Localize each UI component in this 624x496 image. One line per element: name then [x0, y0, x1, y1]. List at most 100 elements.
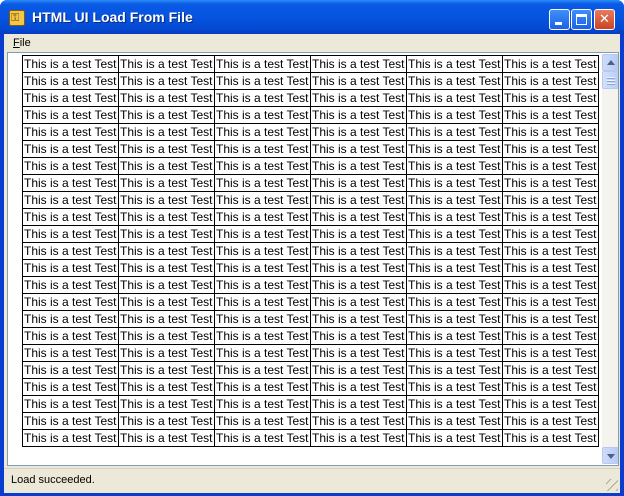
table-cell: This is a test Test — [22, 225, 119, 243]
table-cell: This is a test Test — [502, 259, 599, 277]
table-cell: This is a test Test — [118, 191, 215, 209]
table-cell: This is a test Test — [406, 72, 503, 90]
table-cell: This is a test Test — [118, 344, 215, 362]
table-cell: This is a test Test — [406, 378, 503, 396]
table-cell: This is a test Test — [214, 89, 311, 107]
table-cell: This is a test Test — [22, 259, 119, 277]
table-cell: This is a test Test — [22, 157, 119, 175]
table-cell: This is a test Test — [502, 106, 599, 124]
table-cell: This is a test Test — [22, 429, 119, 447]
table-row: This is a test Test This is a test Test Th… — [22, 174, 599, 192]
table-cell: This is a test Test — [22, 89, 119, 107]
table-cell: This is a test Test — [406, 106, 503, 124]
table-cell: This is a test Test — [214, 293, 311, 311]
maximize-button[interactable] — [571, 9, 592, 30]
table-cell: This is a test Test — [214, 344, 311, 362]
table-cell: This is a test Test — [502, 72, 599, 90]
scroll-up-button[interactable] — [602, 54, 618, 71]
table-row: This is a test Test This is a test Test Th… — [22, 208, 599, 226]
table-cell: This is a test Test — [406, 361, 503, 379]
table-cell: This is a test Test — [214, 225, 311, 243]
table-cell: This is a test Test — [502, 89, 599, 107]
table-cell: This is a test Test — [406, 310, 503, 328]
table-row: This is a test Test This is a test Test Th… — [22, 259, 599, 277]
table-cell: This is a test Test — [406, 174, 503, 192]
scroll-thumb[interactable] — [602, 71, 618, 89]
table-row: This is a test Test This is a test Test Th… — [22, 140, 599, 158]
table-cell: This is a test Test — [406, 89, 503, 107]
scroll-down-button[interactable] — [602, 447, 618, 464]
table-cell: This is a test Test — [310, 157, 407, 175]
table-cell: This is a test Test — [502, 344, 599, 362]
table-cell: This is a test Test — [118, 395, 215, 413]
html-view[interactable]: This is a test Test This is a test Test Th… — [7, 52, 619, 466]
table-cell: This is a test Test — [22, 191, 119, 209]
minimize-button[interactable] — [549, 9, 570, 30]
table-cell: This is a test Test — [214, 361, 311, 379]
table-cell: This is a test Test — [22, 344, 119, 362]
table-cell: This is a test Test — [214, 259, 311, 277]
table-cell: This is a test Test — [310, 225, 407, 243]
minimize-icon — [555, 22, 562, 25]
table-cell: This is a test Test — [502, 378, 599, 396]
close-button[interactable]: ✕ — [594, 9, 615, 30]
table-cell: This is a test Test — [118, 123, 215, 141]
table-cell: This is a test Test — [406, 157, 503, 175]
table-cell: This is a test Test — [310, 140, 407, 158]
client-area: File This is a test Test This is a test T… — [4, 34, 620, 493]
table-cell: This is a test Test — [310, 429, 407, 447]
table-cell: This is a test Test — [22, 208, 119, 226]
table-cell: This is a test Test — [118, 157, 215, 175]
menu-bar: File — [4, 34, 620, 52]
table-row: This is a test Test This is a test Test Th… — [22, 191, 599, 209]
table-cell: This is a test Test — [406, 395, 503, 413]
table-cell: This is a test Test — [502, 276, 599, 294]
table-row: This is a test Test This is a test Test Th… — [22, 106, 599, 124]
table-cell: This is a test Test — [22, 140, 119, 158]
table-cell: This is a test Test — [310, 123, 407, 141]
table-row: This is a test Test This is a test Test Th… — [22, 55, 599, 73]
table-cell: This is a test Test — [22, 310, 119, 328]
table-cell: This is a test Test — [118, 208, 215, 226]
table-cell: This is a test Test — [406, 242, 503, 260]
table-cell: This is a test Test — [118, 242, 215, 260]
table-cell: This is a test Test — [22, 72, 119, 90]
status-bar: Load succeeded. — [4, 468, 620, 493]
table-cell: This is a test Test — [214, 327, 311, 345]
table-cell: This is a test Test — [214, 72, 311, 90]
vertical-scrollbar[interactable] — [602, 54, 618, 464]
menu-file[interactable]: File — [13, 36, 31, 50]
table-row: This is a test Test This is a test Test Th… — [22, 378, 599, 396]
table-cell: This is a test Test — [118, 174, 215, 192]
table-row: This is a test Test This is a test Test Th… — [22, 429, 599, 447]
table-cell: This is a test Test — [118, 429, 215, 447]
grip-line — [607, 83, 615, 85]
table-cell: This is a test Test — [310, 208, 407, 226]
key-icon[interactable]: ⚿ — [9, 10, 25, 26]
table-row: This is a test Test This is a test Test Th… — [22, 293, 599, 311]
table-cell: This is a test Test — [310, 378, 407, 396]
table-cell: This is a test Test — [310, 89, 407, 107]
table-cell: This is a test Test — [214, 157, 311, 175]
table-row: This is a test Test This is a test Test Th… — [22, 395, 599, 413]
table-cell: This is a test Test — [118, 361, 215, 379]
table-row: This is a test Test This is a test Test Th… — [22, 327, 599, 345]
table-cell: This is a test Test — [310, 310, 407, 328]
table-cell: This is a test Test — [214, 412, 311, 430]
table-cell: This is a test Test — [310, 361, 407, 379]
table-cell: This is a test Test — [214, 191, 311, 209]
maximize-icon — [576, 14, 587, 25]
table-cell: This is a test Test — [502, 55, 599, 73]
table-cell: This is a test Test — [118, 327, 215, 345]
table-cell: This is a test Test — [214, 208, 311, 226]
table-cell: This is a test Test — [502, 361, 599, 379]
table-row: This is a test Test This is a test Test Th… — [22, 225, 599, 243]
table-row: This is a test Test This is a test Test Th… — [22, 344, 599, 362]
title-bar[interactable]: ⚿ HTML UI Load From File ✕ — [0, 0, 624, 34]
table-cell: This is a test Test — [406, 225, 503, 243]
table-cell: This is a test Test — [406, 208, 503, 226]
table-cell: This is a test Test — [502, 225, 599, 243]
table-cell: This is a test Test — [310, 72, 407, 90]
table-cell: This is a test Test — [214, 276, 311, 294]
resize-grip-icon[interactable] — [606, 479, 618, 491]
